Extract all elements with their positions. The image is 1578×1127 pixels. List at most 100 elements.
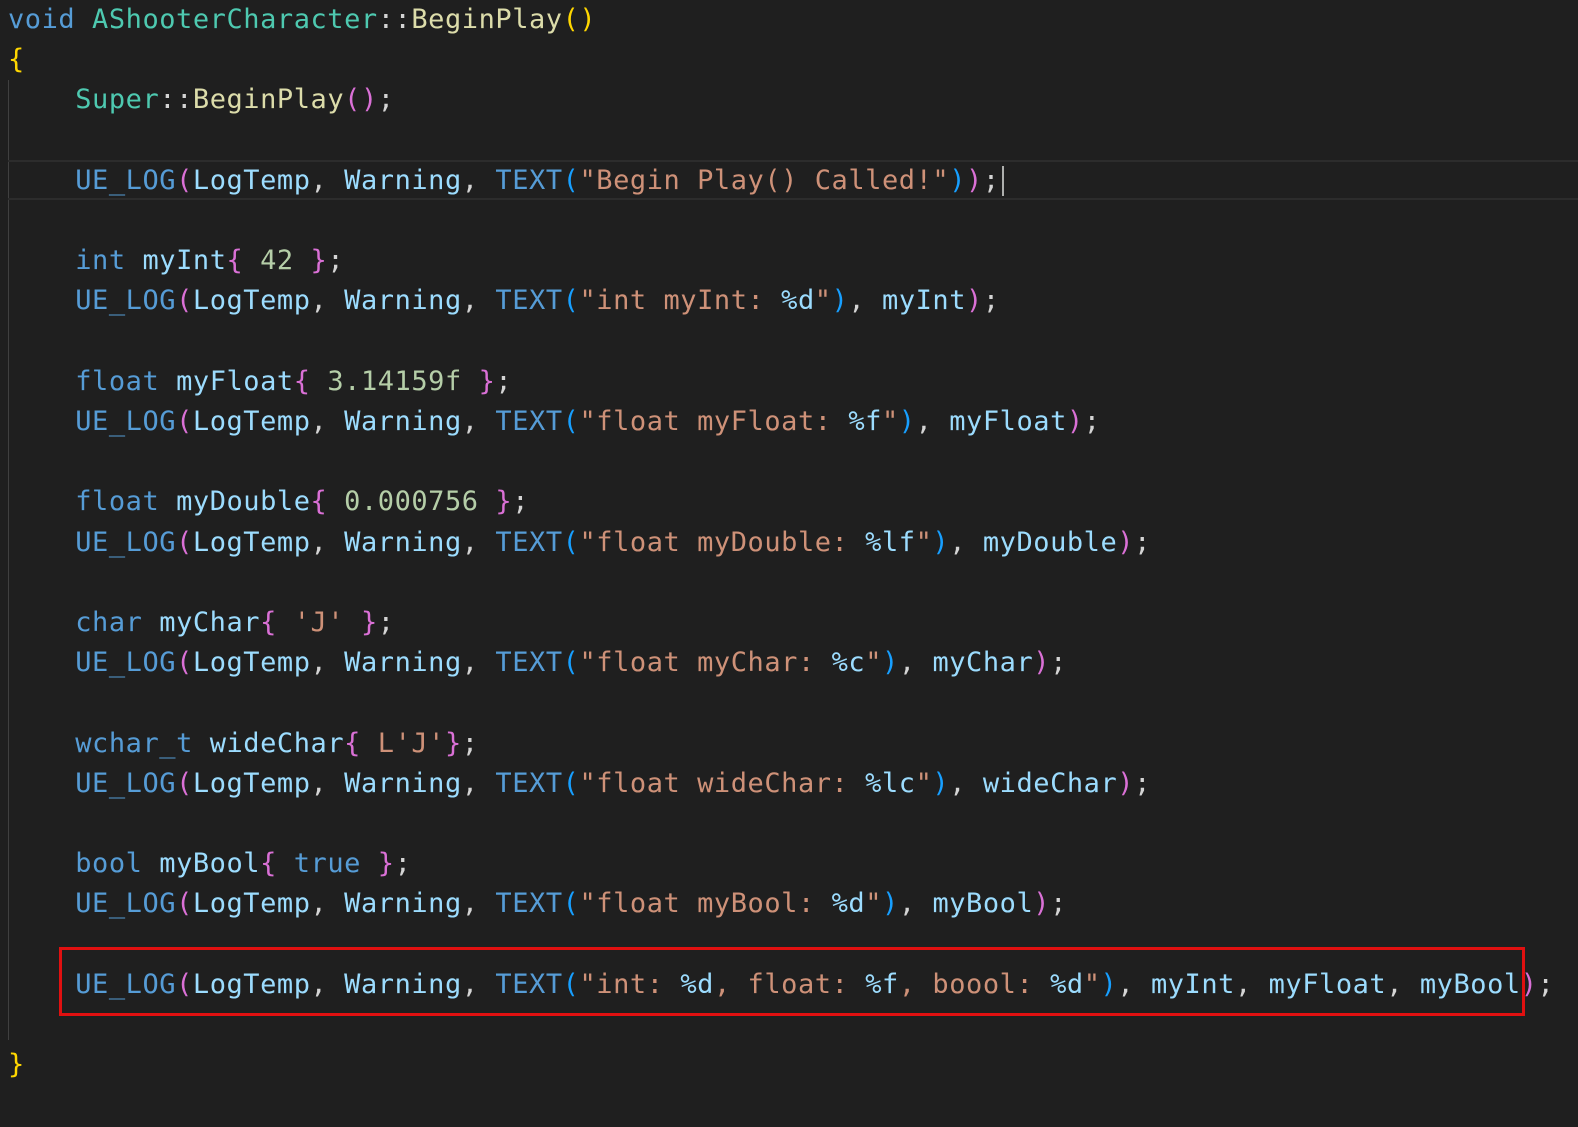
code-token: "float wideChar: bbox=[579, 768, 866, 799]
code-line[interactable]: UE_LOG(LogTemp, Warning, TEXT("Begin Pla… bbox=[8, 161, 1000, 201]
code-token: , bbox=[310, 647, 345, 678]
code-editor[interactable]: void AShooterCharacter::BeginPlay(){ Sup… bbox=[0, 0, 1578, 1127]
code-token: void bbox=[8, 4, 93, 35]
code-token: %c bbox=[831, 647, 866, 678]
code-token: , bbox=[949, 527, 983, 558]
code-token: } bbox=[444, 728, 462, 759]
annotation-highlight-box bbox=[59, 947, 1525, 1016]
code-line[interactable]: UE_LOG(LogTemp, Warning, TEXT("float myB… bbox=[8, 884, 1067, 924]
code-token: wchar_t bbox=[75, 728, 210, 759]
code-token: float bbox=[75, 486, 177, 517]
code-token: LogTemp bbox=[192, 165, 311, 196]
code-line[interactable]: char myChar{ 'J' }; bbox=[8, 603, 395, 643]
code-token: ) bbox=[966, 165, 983, 196]
code-line[interactable]: { bbox=[8, 40, 25, 80]
code-token: , bbox=[310, 527, 345, 558]
code-token: LogTemp bbox=[192, 527, 311, 558]
code-token: 3.14159f bbox=[310, 366, 479, 397]
code-token: TEXT bbox=[495, 285, 563, 316]
code-token: ( bbox=[562, 406, 580, 437]
code-line[interactable]: UE_LOG(LogTemp, Warning, TEXT("float wid… bbox=[8, 764, 1151, 804]
code-token: ( bbox=[176, 406, 193, 437]
code-token: , bbox=[310, 888, 345, 919]
code-token: myChar bbox=[159, 607, 261, 638]
code-token: true bbox=[293, 848, 361, 879]
code-token: { bbox=[226, 245, 244, 276]
code-token: ) bbox=[1033, 647, 1051, 678]
code-token: "int myInt: bbox=[579, 285, 782, 316]
code-line[interactable]: UE_LOG(LogTemp, Warning, TEXT("float myD… bbox=[8, 523, 1151, 563]
code-line[interactable]: void AShooterCharacter::BeginPlay() bbox=[8, 0, 596, 40]
code-line[interactable]: float myFloat{ 3.14159f }; bbox=[8, 362, 512, 402]
code-token: ) bbox=[966, 285, 983, 316]
code-token: , bbox=[461, 768, 496, 799]
code-token: "float myBool: bbox=[579, 888, 832, 919]
code-token: UE_LOG bbox=[75, 888, 177, 919]
code-token: ) bbox=[882, 647, 899, 678]
code-token: ; bbox=[394, 848, 412, 879]
code-token: TEXT bbox=[495, 527, 563, 558]
code-token: myDouble bbox=[176, 486, 311, 517]
code-line[interactable]: UE_LOG(LogTemp, Warning, TEXT("int myInt… bbox=[8, 281, 1000, 321]
code-token: ; bbox=[1083, 406, 1101, 437]
code-token: BeginPlay bbox=[411, 4, 563, 35]
code-token: myInt bbox=[142, 245, 227, 276]
code-token: UE_LOG bbox=[75, 285, 177, 316]
code-token: LogTemp bbox=[192, 406, 311, 437]
code-token: ( bbox=[176, 527, 193, 558]
code-line[interactable]: wchar_t wideChar{ L'J'}; bbox=[8, 724, 479, 764]
code-token: ; bbox=[461, 728, 479, 759]
code-token: AShooterCharacter bbox=[92, 4, 378, 35]
code-token: 42 bbox=[243, 245, 311, 276]
code-token: " bbox=[865, 888, 882, 919]
code-token: UE_LOG bbox=[75, 406, 177, 437]
code-token: } bbox=[8, 1049, 25, 1080]
code-line[interactable]: UE_LOG(LogTemp, Warning, TEXT("float myF… bbox=[8, 402, 1101, 442]
code-token: } bbox=[478, 366, 496, 397]
code-line[interactable]: UE_LOG(LogTemp, Warning, TEXT("float myC… bbox=[8, 643, 1067, 683]
code-token: 'J' bbox=[276, 607, 361, 638]
code-token: "Begin Play() Called!" bbox=[579, 165, 950, 196]
code-token: myBool bbox=[932, 888, 1034, 919]
code-token: ( bbox=[176, 768, 193, 799]
code-token: Warning bbox=[344, 527, 462, 558]
code-token: ( bbox=[176, 647, 193, 678]
code-token: Warning bbox=[344, 888, 462, 919]
code-token: %d bbox=[781, 285, 815, 316]
code-token: " bbox=[865, 647, 882, 678]
code-token: %lf bbox=[865, 527, 916, 558]
code-token: myDouble bbox=[982, 527, 1118, 558]
code-line[interactable]: bool myBool{ true }; bbox=[8, 844, 411, 884]
code-line[interactable]: int myInt{ 42 }; bbox=[8, 241, 344, 281]
code-token: ) bbox=[1117, 768, 1135, 799]
code-token: Warning bbox=[344, 647, 462, 678]
code-token: ; bbox=[1134, 527, 1151, 558]
code-token: " bbox=[915, 527, 933, 558]
code-token: { bbox=[344, 728, 361, 759]
code-token: L'J' bbox=[360, 728, 445, 759]
code-token: ; bbox=[982, 165, 1000, 196]
code-line[interactable]: Super::BeginPlay(); bbox=[8, 80, 395, 120]
code-token: LogTemp bbox=[192, 647, 311, 678]
code-token: ( bbox=[562, 647, 580, 678]
code-token: , bbox=[310, 165, 345, 196]
code-token: } bbox=[360, 607, 378, 638]
code-token: , bbox=[915, 406, 950, 437]
code-line[interactable]: float myDouble{ 0.000756 }; bbox=[8, 482, 529, 522]
code-token: ; bbox=[1050, 647, 1067, 678]
code-line[interactable]: } bbox=[8, 1045, 25, 1085]
code-token: bool bbox=[75, 848, 160, 879]
code-token: ) bbox=[932, 527, 950, 558]
